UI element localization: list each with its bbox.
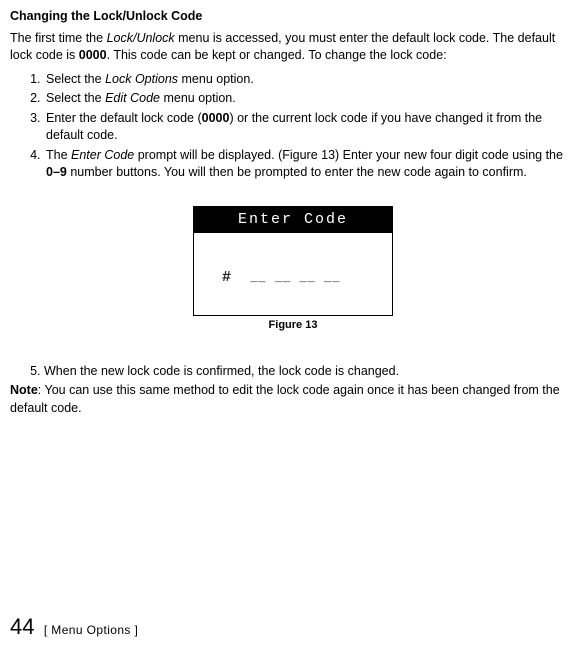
- note-label: Note: [10, 383, 38, 397]
- step-2-menu: Edit Code: [105, 91, 160, 105]
- step-1-text-a: Select the: [46, 72, 105, 86]
- figure-caption: Figure 13: [269, 318, 318, 333]
- intro-text-3: . This code can be kept or changed. To c…: [107, 48, 447, 62]
- figure-inner: Enter Code # __ __ __ __ Figure 13: [193, 206, 393, 333]
- figure-title: Enter Code: [194, 207, 392, 233]
- step-4-text-c: number buttons. You will then be prompte…: [67, 165, 527, 179]
- step-2-text-b: menu option.: [160, 91, 236, 105]
- figure-blanks: __ __ __ __: [242, 271, 340, 285]
- step-3-text-a: Enter the default lock code (: [46, 111, 202, 125]
- step-4-text-a: The: [46, 148, 71, 162]
- step-1: Select the Lock Options menu option.: [44, 71, 576, 89]
- intro-text-1: The first time the: [10, 31, 107, 45]
- figure-13: Enter Code # __ __ __ __ Figure 13: [10, 206, 576, 333]
- breadcrumb: [ Menu Options ]: [44, 623, 138, 637]
- page-number: 44: [10, 614, 34, 639]
- step-4: The Enter Code prompt will be displayed.…: [44, 147, 576, 182]
- step-2-text-a: Select the: [46, 91, 105, 105]
- intro-paragraph: The first time the Lock/Unlock menu is a…: [10, 30, 576, 65]
- figure-entry-line: # __ __ __ __: [222, 267, 340, 288]
- note-text: : You can use this same method to edit t…: [10, 383, 560, 415]
- step-5-list: When the new lock code is confirmed, the…: [34, 363, 576, 381]
- section-heading: Changing the Lock/Unlock Code: [10, 8, 576, 26]
- step-1-menu: Lock Options: [105, 72, 178, 86]
- figure-hash-icon: #: [222, 269, 232, 286]
- step-2: Select the Edit Code menu option.: [44, 90, 576, 108]
- step-4-buttons: 0–9: [46, 165, 67, 179]
- step-3-code: 0000: [202, 111, 230, 125]
- figure-screen: Enter Code # __ __ __ __: [193, 206, 393, 316]
- note-paragraph: Note: You can use this same method to ed…: [10, 382, 576, 417]
- steps-list: Select the Lock Options menu option. Sel…: [34, 71, 576, 182]
- step-3: Enter the default lock code (0000) or th…: [44, 110, 576, 145]
- intro-default-code: 0000: [79, 48, 107, 62]
- step-5: When the new lock code is confirmed, the…: [44, 363, 576, 381]
- step-4-prompt: Enter Code: [71, 148, 134, 162]
- intro-menu-name: Lock/Unlock: [107, 31, 175, 45]
- step-4-text-b: prompt will be displayed. (Figure 13) En…: [134, 148, 563, 162]
- step-1-text-b: menu option.: [178, 72, 254, 86]
- page-footer: 44 [ Menu Options ]: [10, 612, 138, 643]
